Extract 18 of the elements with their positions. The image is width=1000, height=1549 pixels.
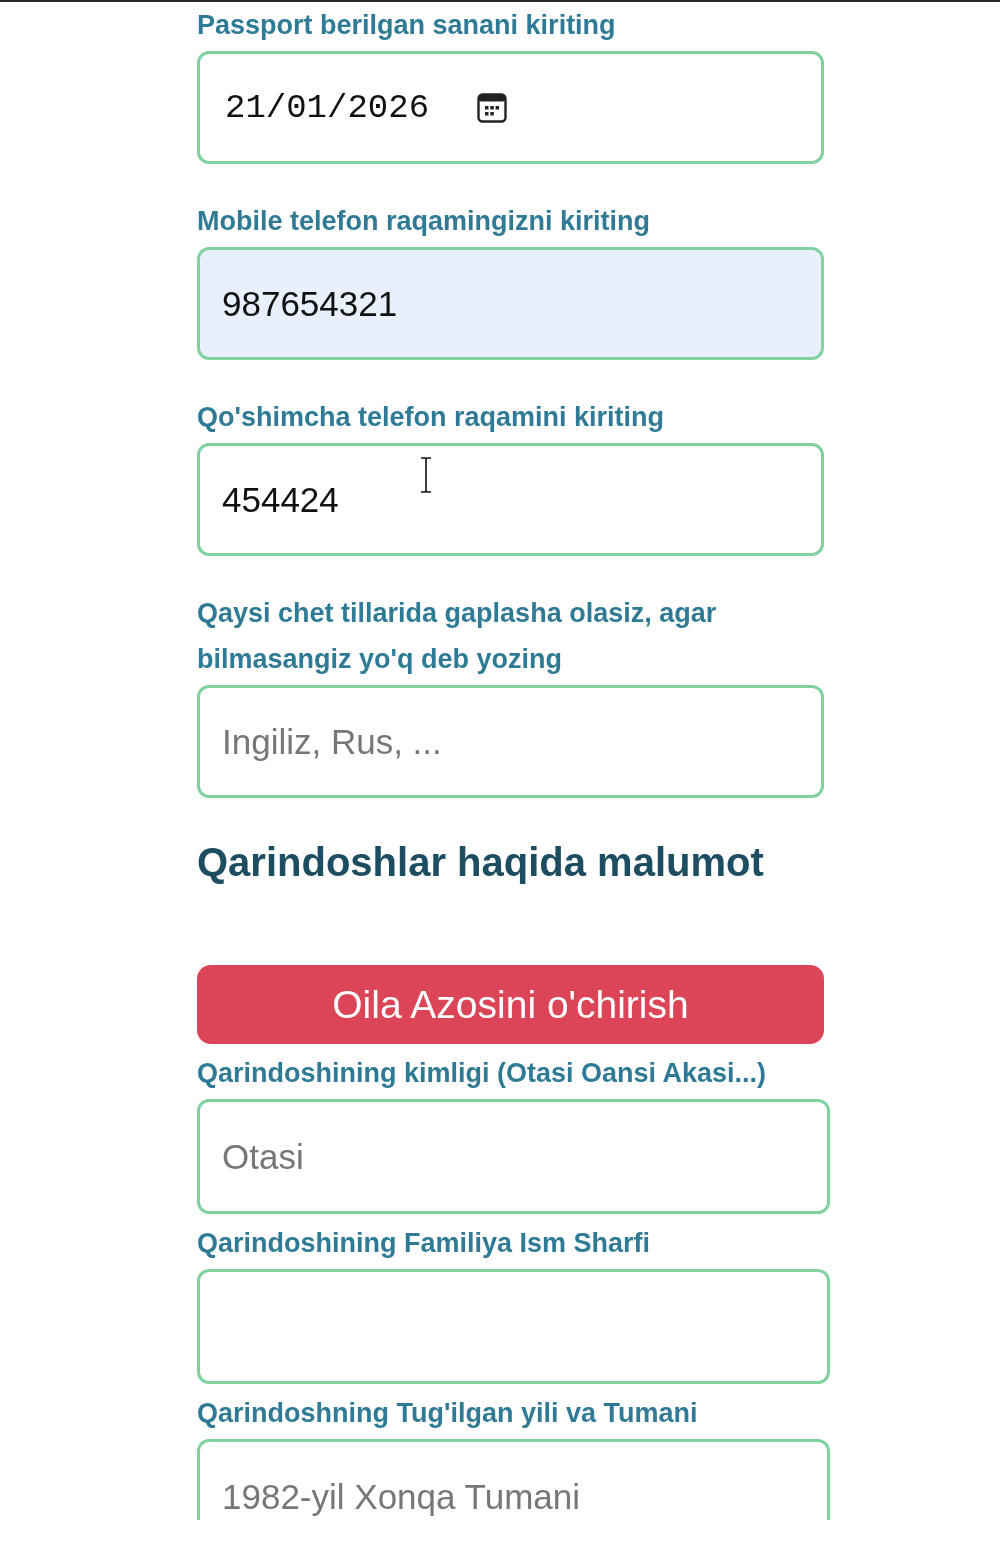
remove-member-button[interactable]: Oila Azosini o'chirish [197, 965, 824, 1044]
calendar-icon[interactable] [477, 92, 508, 123]
field-label: Passport berilgan sanani kiriting [197, 9, 617, 42]
text-input[interactable]: 987654321 [197, 247, 824, 360]
field-label: Mobile telefon raqamingizni kiriting [197, 205, 652, 238]
date-input[interactable]: 21/01/2026 [197, 51, 824, 164]
text-cursor-icon [419, 457, 433, 493]
field-label: Qarindoshining Familiya Ism Sharfi [197, 1227, 652, 1260]
text-input[interactable]: Otasi [197, 1099, 830, 1214]
text-input[interactable]: Ingiliz, Rus, ... [197, 685, 824, 798]
field-label: Qarindoshining kimligi (Otasi Oansi Akasi...) [197, 1057, 768, 1090]
text-input[interactable]: 1982-yil Xonqa Tumani [197, 1439, 830, 1520]
field-label: Qo'shimcha telefon raqamini kiriting [197, 401, 665, 434]
text-input[interactable] [197, 1269, 830, 1384]
section-heading: Qarindoshlar haqida malumot [197, 839, 765, 886]
text-input[interactable]: 454424 [197, 443, 824, 556]
field-label: Qaysi chet tillarida gaplasha olasiz, agar bilmasangiz yo'q deb yozing [197, 597, 718, 676]
field-label: Qarindoshning Tug'ilgan yili va Tumani [197, 1397, 699, 1430]
